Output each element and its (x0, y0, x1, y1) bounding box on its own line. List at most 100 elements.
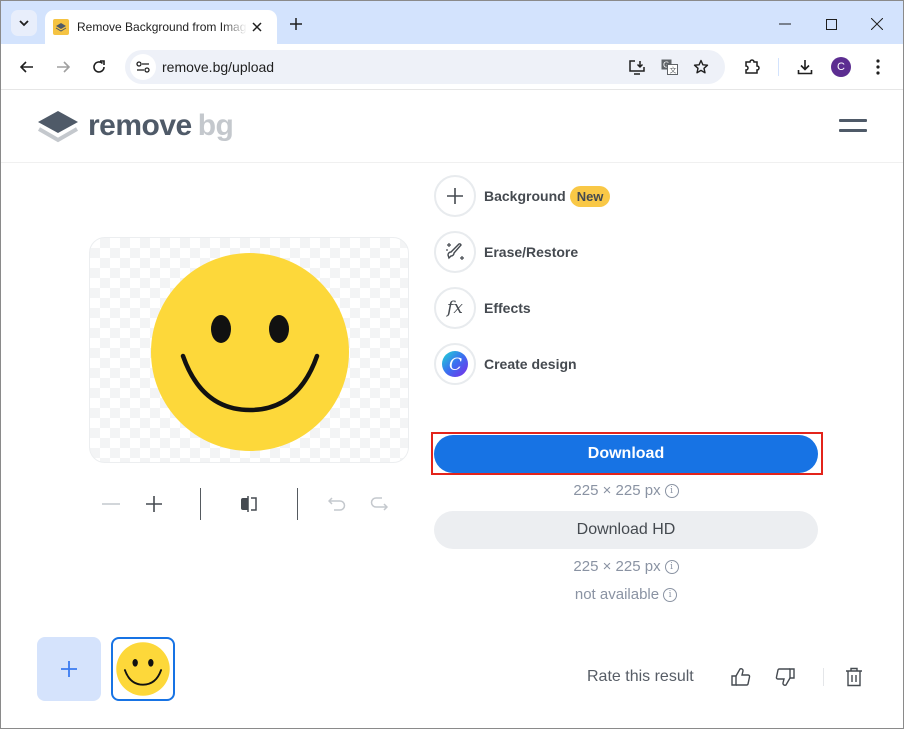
tool-divider (297, 488, 298, 520)
action-create-design[interactable]: C Create design (434, 343, 577, 385)
tab-title: Remove Background from Image for Free – … (77, 20, 247, 34)
hamburger-icon-line (839, 119, 867, 122)
action-label: Background (484, 188, 566, 204)
download-hd-size-text: 225 × 225 px (573, 558, 661, 575)
downloads-button[interactable] (794, 56, 816, 78)
url-text[interactable]: remove.bg/upload (162, 59, 274, 75)
canva-icon: C (434, 343, 476, 385)
back-icon (20, 61, 33, 73)
window-close-button[interactable] (865, 13, 889, 35)
svg-text:文: 文 (669, 66, 676, 75)
plus-icon (434, 175, 476, 217)
compare-button[interactable] (237, 492, 261, 516)
bookmark-button[interactable] (691, 57, 711, 77)
add-image-button[interactable] (37, 637, 101, 701)
undo-button[interactable] (325, 492, 349, 516)
chevron-down-icon (19, 20, 29, 27)
downloads-icon (797, 60, 813, 75)
compare-icon (241, 496, 257, 512)
back-button[interactable] (16, 56, 38, 78)
thumbs-down-icon (775, 668, 795, 686)
translate-button[interactable]: G文 (659, 57, 679, 77)
new-tab-button[interactable] (286, 14, 306, 34)
magic-brush-icon (434, 231, 476, 273)
favicon-icon (53, 19, 69, 35)
browser-toolbar: remove.bg/upload G文 C (1, 44, 903, 90)
bookmark-star-icon (693, 59, 709, 74)
active-tab[interactable]: Remove Background from Image for Free – … (45, 10, 277, 44)
extensions-button[interactable] (741, 56, 763, 78)
download-size: 225 × 225 px i (434, 482, 818, 499)
thumbs-up-icon (731, 668, 751, 686)
action-background[interactable]: Background New (434, 175, 611, 217)
zoom-out-button[interactable] (99, 492, 123, 516)
profile-avatar[interactable]: C (831, 57, 851, 77)
delete-button[interactable] (843, 666, 865, 688)
tab-close-button[interactable] (249, 19, 265, 35)
minimize-button[interactable] (773, 13, 797, 35)
browser-window: Remove Background from Image for Free – … (0, 0, 904, 729)
smiley-image (151, 253, 349, 451)
tool-divider (200, 488, 201, 520)
download-hd-status: not available i (434, 586, 818, 603)
download-button[interactable]: Download (434, 435, 818, 473)
logo[interactable]: remove bg (36, 108, 234, 144)
site-info-button[interactable] (130, 54, 156, 80)
zoom-in-icon (146, 496, 162, 512)
minimize-icon (779, 23, 791, 25)
install-app-button[interactable] (627, 57, 647, 77)
info-icon[interactable]: i (663, 587, 678, 602)
undo-icon (328, 497, 346, 511)
zoom-in-button[interactable] (142, 492, 166, 516)
new-badge: New (569, 185, 611, 207)
download-hd-button[interactable]: Download HD (434, 511, 818, 549)
editor-toolbar (97, 486, 407, 522)
action-label: Create design (484, 356, 577, 372)
maximize-button[interactable] (819, 13, 843, 35)
logo-text-bg: bg (197, 109, 234, 142)
info-icon[interactable]: i (664, 483, 679, 498)
translate-icon: G文 (661, 59, 678, 75)
info-icon[interactable]: i (664, 559, 679, 574)
action-erase-restore[interactable]: Erase/Restore (434, 231, 578, 273)
download-size-text: 225 × 225 px (573, 482, 661, 499)
download-hd-size: 225 × 225 px i (434, 558, 818, 575)
redo-button[interactable] (367, 492, 391, 516)
site-header: remove bg (1, 90, 903, 163)
rate-result-label: Rate this result (587, 668, 694, 685)
action-label: Erase/Restore (484, 244, 579, 260)
toolbar-divider (778, 58, 779, 76)
reload-icon (93, 60, 105, 73)
thumbs-up-button[interactable] (730, 666, 752, 688)
hamburger-icon-line (839, 129, 867, 132)
zoom-out-icon (102, 503, 120, 505)
close-icon (252, 22, 262, 32)
plus-icon (290, 18, 302, 30)
download-hd-status-text: not available (574, 586, 660, 603)
image-thumbnail[interactable] (111, 637, 175, 701)
address-bar[interactable]: remove.bg/upload G文 (125, 50, 725, 84)
trash-icon (846, 667, 862, 687)
action-effects[interactable]: fx Effects (434, 287, 531, 329)
action-label: Effects (484, 300, 531, 316)
plus-icon (61, 661, 77, 677)
forward-icon (57, 61, 70, 73)
reload-button[interactable] (88, 56, 110, 78)
hamburger-menu-button[interactable] (839, 117, 869, 135)
logo-text-remove: remove (88, 109, 192, 142)
extensions-icon (745, 59, 760, 74)
thumbs-down-button[interactable] (774, 666, 796, 688)
install-app-icon (629, 59, 645, 75)
svg-text:C: C (449, 355, 462, 375)
tab-strip: Remove Background from Image for Free – … (1, 1, 903, 44)
rate-divider (823, 668, 824, 686)
more-menu-button[interactable] (867, 56, 889, 78)
logo-layers-icon (37, 111, 79, 143)
window-close-icon (871, 18, 883, 30)
smiley-thumbnail-image (116, 642, 170, 696)
forward-button[interactable] (52, 56, 74, 78)
result-image-preview (89, 237, 409, 463)
more-menu-icon (876, 59, 880, 75)
redo-icon (370, 497, 388, 511)
tab-search-button[interactable] (11, 10, 37, 36)
